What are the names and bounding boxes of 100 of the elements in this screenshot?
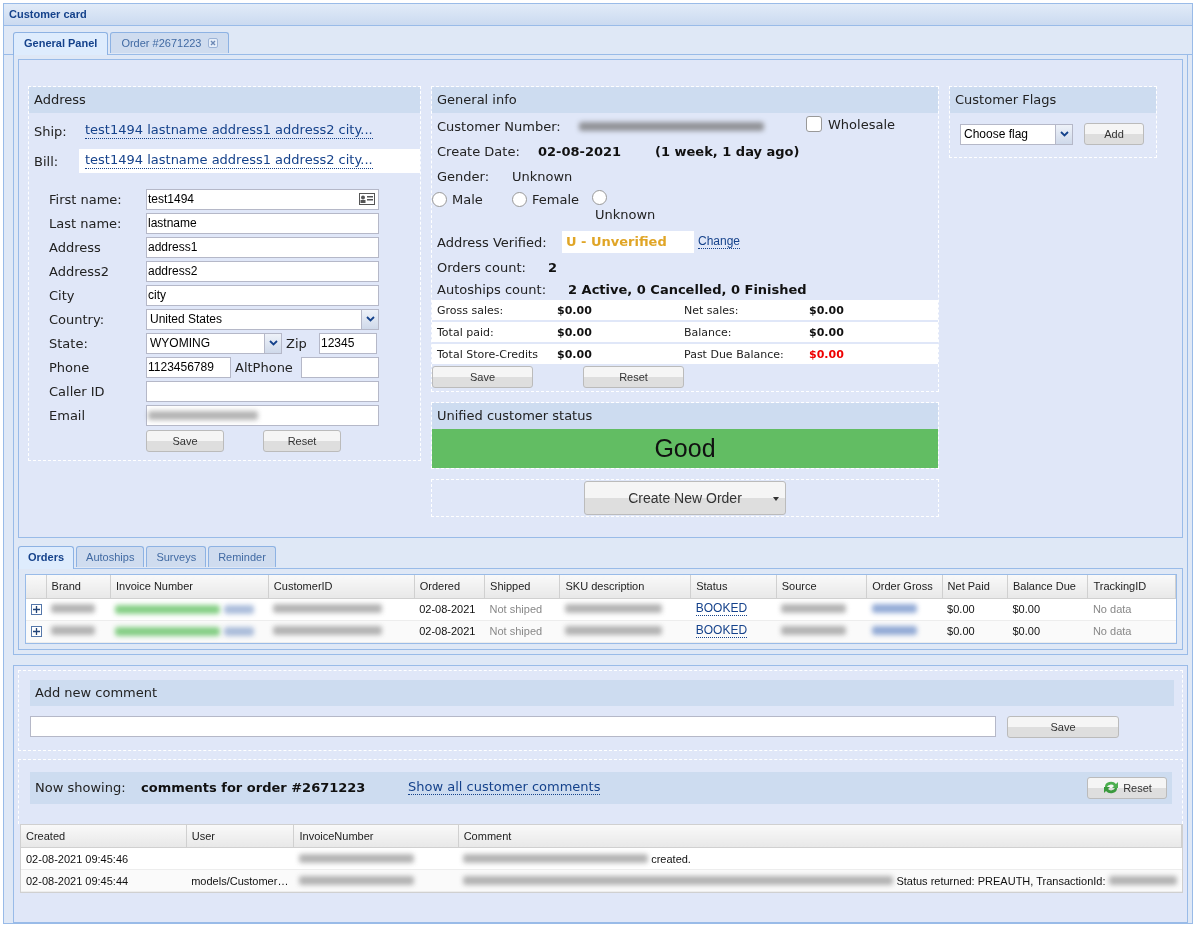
field-label: Autoships count: (437, 282, 548, 297)
section-header: Add new comment (30, 679, 1174, 706)
column-header[interactable]: Shipped (484, 575, 560, 598)
close-icon[interactable] (207, 38, 218, 48)
select-field[interactable]: WYOMING (146, 332, 282, 354)
field-label: Address Verified: (437, 234, 548, 250)
status-link[interactable]: BOOKED (695, 601, 748, 617)
date-age: (1 week, 1 day ago) (655, 144, 800, 159)
section-header: Address (29, 87, 420, 113)
total-label: Total paid: (437, 325, 495, 339)
status-bar: Good (432, 429, 938, 468)
tab[interactable]: Order #2671223 (110, 32, 229, 53)
text-field[interactable]: city (146, 284, 379, 306)
text-field[interactable]: 1123456789 (146, 356, 231, 378)
column-header[interactable]: Source (776, 575, 867, 598)
gender-value: Unknown (512, 169, 573, 184)
radio-button[interactable] (592, 190, 607, 205)
blurred-text (51, 626, 95, 635)
text-field[interactable]: 12345 (319, 332, 377, 354)
blurred-text (781, 604, 846, 613)
text-field[interactable]: address1 (146, 236, 379, 258)
status-link[interactable]: BOOKED (695, 623, 748, 639)
field-label: Address2 (49, 263, 111, 279)
text-field[interactable] (146, 380, 379, 402)
comment-text: Status returned: PREAUTH, TransactionId: (896, 874, 1106, 887)
tab[interactable]: General Panel (13, 32, 109, 55)
save-button[interactable]: Save (146, 430, 224, 452)
field-label: Caller ID (49, 383, 106, 399)
column-header[interactable]: User (186, 824, 294, 848)
column-header[interactable]: Ordered (414, 575, 485, 598)
column-header[interactable]: Brand (46, 575, 111, 598)
tab[interactable]: Orders (18, 546, 75, 569)
total-label: Balance: (684, 325, 733, 339)
column-header[interactable]: CustomerID (268, 575, 415, 598)
text-field[interactable] (146, 404, 379, 426)
table-cell: $0.00 (1007, 620, 1088, 642)
field-label: Last name: (49, 215, 123, 231)
save-button[interactable]: Save (1007, 715, 1119, 738)
flag-select[interactable]: Choose flag (960, 123, 1073, 145)
dropdown-arrow-icon (773, 497, 779, 501)
column-header[interactable]: SKU description (560, 575, 691, 598)
column-header[interactable]: Balance Due (1007, 575, 1088, 598)
column-header[interactable]: Status (690, 575, 777, 598)
tab[interactable]: Reminder (208, 546, 276, 567)
table-cell: $0.00 (942, 598, 1008, 620)
table-cell: Not shiped (484, 598, 560, 620)
total-label: Net sales: (684, 303, 740, 317)
column-header[interactable]: Created (21, 824, 187, 848)
show-all-comments-link[interactable]: Show all customer comments (408, 779, 601, 796)
comment-text: created. (651, 852, 691, 865)
table-cell: 02-08-2021 09:45:46 (21, 847, 187, 870)
section-header: General info (432, 87, 938, 113)
radio-button[interactable] (432, 192, 447, 207)
column-header[interactable]: Comment (458, 824, 1182, 848)
field-label: Email (49, 407, 87, 423)
select-field[interactable]: United States (146, 308, 379, 330)
address-link[interactable]: test1494 lastname address1 address2 city... (85, 123, 373, 139)
total-value: $0.00 (809, 325, 845, 339)
column-header[interactable]: Net Paid (942, 575, 1008, 598)
total-value: $0.00 (557, 347, 593, 361)
radio-label: Male (452, 192, 483, 207)
text-field[interactable]: lastname (146, 212, 379, 234)
checkbox[interactable] (806, 116, 822, 132)
reset-button[interactable]: Reset (1087, 776, 1167, 799)
text-field[interactable]: test1494 (146, 188, 379, 210)
blurred-text (224, 604, 255, 614)
column-header[interactable]: TrackingID (1087, 575, 1176, 598)
comment-field[interactable] (30, 716, 996, 737)
tab[interactable]: Autoships (76, 546, 145, 567)
field-label: First name: (49, 191, 123, 207)
contact-card-icon (359, 193, 375, 205)
field-label: City (49, 287, 76, 303)
field-label: Customer Number: (437, 118, 562, 134)
text-field[interactable] (301, 356, 379, 378)
column-header[interactable]: Order Gross (866, 575, 943, 598)
save-button[interactable]: Save (432, 366, 533, 388)
text-field[interactable]: address2 (146, 260, 379, 282)
table-cell: $0.00 (942, 620, 1008, 642)
field-label: Bill: (34, 153, 60, 169)
verification-status: U - Unverified (562, 231, 694, 253)
change-link[interactable]: Change (698, 234, 741, 250)
table-cell: No data (1087, 620, 1176, 642)
address-link[interactable]: test1494 lastname address1 address2 city... (85, 153, 373, 169)
reset-button[interactable]: Reset (263, 430, 341, 452)
total-label: Gross sales: (437, 303, 505, 317)
add-button[interactable]: Add (1084, 123, 1144, 145)
table-cell: No data (1087, 598, 1176, 620)
table-cell: 02-08-2021 09:45:44 (21, 869, 187, 892)
radio-button[interactable] (512, 192, 527, 207)
expand-icon[interactable] (31, 604, 42, 615)
field-label: Ship: (34, 123, 68, 139)
table-cell: 02-08-2021 (414, 598, 485, 620)
now-showing-label: Now showing: (35, 780, 127, 795)
tab[interactable]: Surveys (146, 546, 207, 567)
reset-button[interactable]: Reset (583, 366, 684, 388)
field-label: Create Date: (437, 144, 521, 159)
expand-icon[interactable] (31, 626, 42, 637)
column-header[interactable]: Invoice Number (110, 575, 269, 598)
create-order-button[interactable]: Create New Order (584, 481, 786, 515)
column-header[interactable]: InvoiceNumber (294, 824, 459, 848)
